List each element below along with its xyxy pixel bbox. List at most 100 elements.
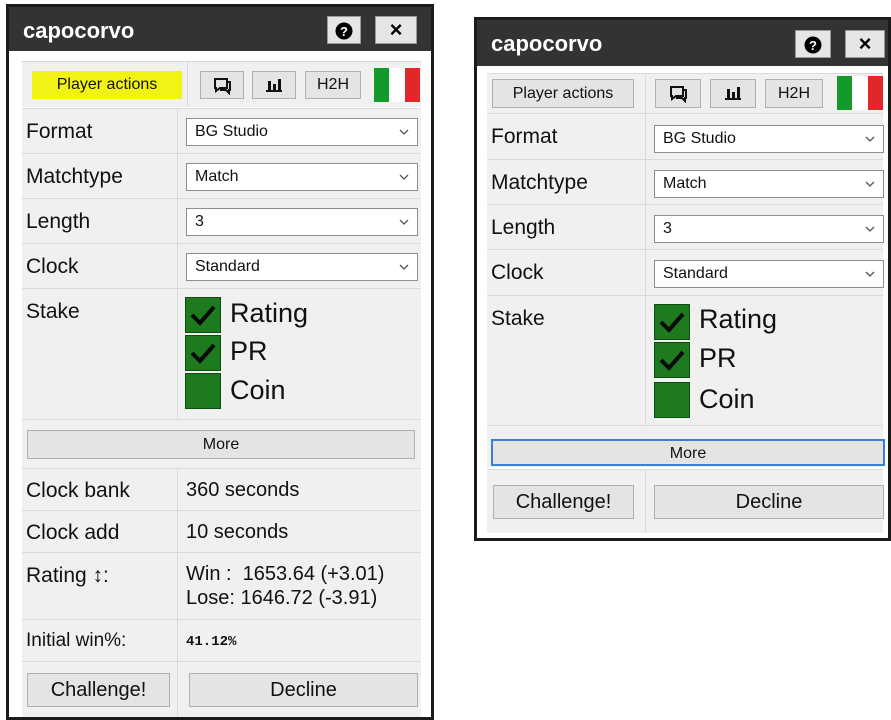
close-button[interactable]: × [845, 30, 885, 58]
decline-button[interactable]: Decline [654, 485, 884, 519]
svg-text:?: ? [809, 38, 817, 53]
dialog-title: capocorvo [23, 18, 135, 43]
chevron-down-icon [865, 226, 875, 232]
h2h-button[interactable]: H2H [765, 79, 823, 108]
initial-win-value: 41.12% [186, 634, 237, 650]
clock-bank-row: Clock bank 360 seconds [22, 468, 421, 510]
stake-label: Stake [26, 300, 80, 323]
chat-button[interactable] [655, 79, 701, 108]
bar-chart-icon [266, 79, 282, 92]
format-select[interactable]: BG Studio [186, 118, 418, 146]
chevron-down-icon [399, 219, 409, 225]
coin-checkbox-label: Coin [699, 384, 755, 414]
help-button[interactable]: ? [327, 16, 361, 44]
actions-row: Player actions H2H [22, 61, 421, 107]
player-actions-button[interactable]: Player actions [32, 71, 182, 99]
close-icon: × [858, 31, 872, 56]
chat-icon [670, 86, 687, 104]
pr-checkbox[interactable] [654, 342, 690, 378]
chevron-down-icon [865, 136, 875, 142]
matchtype-row: Matchtype Match [22, 153, 421, 198]
more-button[interactable]: More [27, 430, 415, 459]
clock-bank-label: Clock bank [26, 479, 130, 502]
decline-button[interactable]: Decline [189, 673, 418, 707]
clock-label: Clock [491, 261, 544, 284]
chevron-down-icon [399, 129, 409, 135]
matchtype-label: Matchtype [26, 165, 123, 188]
rating-lose-value: Lose: 1646.72 (-3.91) [186, 587, 378, 609]
pr-checkbox-label: PR [699, 343, 737, 373]
challenge-button[interactable]: Challenge! [493, 485, 634, 519]
more-row: More [22, 419, 421, 468]
rating-row: Rating ↕: Win : 1653.64 (+3.01) Lose: 16… [22, 552, 421, 619]
coin-checkbox[interactable] [654, 382, 690, 418]
svg-text:?: ? [340, 24, 348, 39]
format-row: Format BG Studio [22, 108, 421, 153]
stake-row: Stake Rating PR Coin [22, 288, 421, 419]
challenge-button[interactable]: Challenge! [27, 673, 170, 707]
action-buttons-row: Challenge! Decline [487, 469, 884, 533]
rating-checkbox[interactable] [185, 297, 221, 333]
length-select[interactable]: 3 [186, 208, 418, 236]
action-buttons-row: Challenge! Decline [22, 661, 421, 717]
more-button[interactable]: More [491, 439, 885, 466]
pr-checkbox[interactable] [185, 335, 221, 371]
dialog-titlebar: capocorvo ? × [477, 20, 888, 66]
initial-win-label: Initial win%: [26, 630, 127, 651]
length-row: Length 3 [22, 198, 421, 243]
clock-select[interactable]: Standard [654, 260, 884, 288]
chat-icon [214, 78, 231, 96]
matchtype-select[interactable]: Match [654, 170, 884, 198]
rating-checkbox-label: Rating [699, 304, 778, 334]
clock-label: Clock [26, 255, 79, 278]
close-icon: × [389, 17, 403, 42]
challenge-dialog-right: capocorvo ? × Player actions H2H Format [474, 17, 891, 541]
italy-flag-icon [837, 76, 883, 110]
rating-label: Rating ↕: [26, 564, 109, 587]
stats-button[interactable] [710, 79, 756, 108]
clock-add-label: Clock add [26, 521, 120, 544]
clock-row: Clock Standard [22, 243, 421, 288]
help-icon: ? [804, 34, 822, 54]
bar-chart-icon [725, 87, 741, 100]
checkmark-icon [659, 312, 685, 333]
initial-win-row: Initial win%: 41.12% [22, 619, 421, 661]
chevron-down-icon [399, 174, 409, 180]
help-button[interactable]: ? [795, 30, 831, 58]
chat-button[interactable] [200, 71, 244, 99]
matchtype-select[interactable]: Match [186, 163, 418, 191]
coin-checkbox[interactable] [185, 373, 221, 409]
checkmark-icon [190, 343, 216, 364]
challenge-dialog-left: capocorvo ? × Player actions H2H Format [6, 4, 434, 720]
matchtype-label: Matchtype [491, 171, 588, 194]
clock-add-value: 10 seconds [186, 521, 289, 543]
rating-win-value: Win : 1653.64 (+3.01) [186, 563, 385, 585]
dialog-title: capocorvo [491, 31, 603, 56]
format-row: Format BG Studio [487, 113, 884, 159]
length-label: Length [491, 216, 556, 239]
length-select[interactable]: 3 [654, 215, 884, 243]
more-row: More [487, 425, 885, 467]
checkmark-icon [659, 350, 685, 371]
chevron-down-icon [865, 271, 875, 277]
help-icon: ? [335, 20, 353, 40]
stats-button[interactable] [252, 71, 296, 99]
dialog-titlebar: capocorvo ? × [9, 7, 431, 51]
player-actions-button[interactable]: Player actions [492, 79, 634, 108]
h2h-button[interactable]: H2H [305, 71, 361, 99]
format-label: Format [491, 125, 558, 148]
matchtype-row: Matchtype Match [487, 159, 884, 204]
checkmark-icon [190, 305, 216, 326]
stake-label: Stake [491, 307, 545, 330]
actions-row: Player actions H2H [487, 73, 883, 113]
coin-checkbox-label: Coin [230, 375, 286, 405]
clock-select[interactable]: Standard [186, 253, 418, 281]
rating-checkbox-label: Rating [230, 298, 309, 328]
close-button[interactable]: × [375, 16, 417, 44]
chevron-down-icon [865, 181, 875, 187]
stake-row: Stake Rating PR Coin [487, 295, 883, 425]
italy-flag-icon [374, 68, 420, 102]
rating-checkbox[interactable] [654, 304, 690, 340]
format-label: Format [26, 120, 93, 143]
format-select[interactable]: BG Studio [654, 125, 884, 153]
